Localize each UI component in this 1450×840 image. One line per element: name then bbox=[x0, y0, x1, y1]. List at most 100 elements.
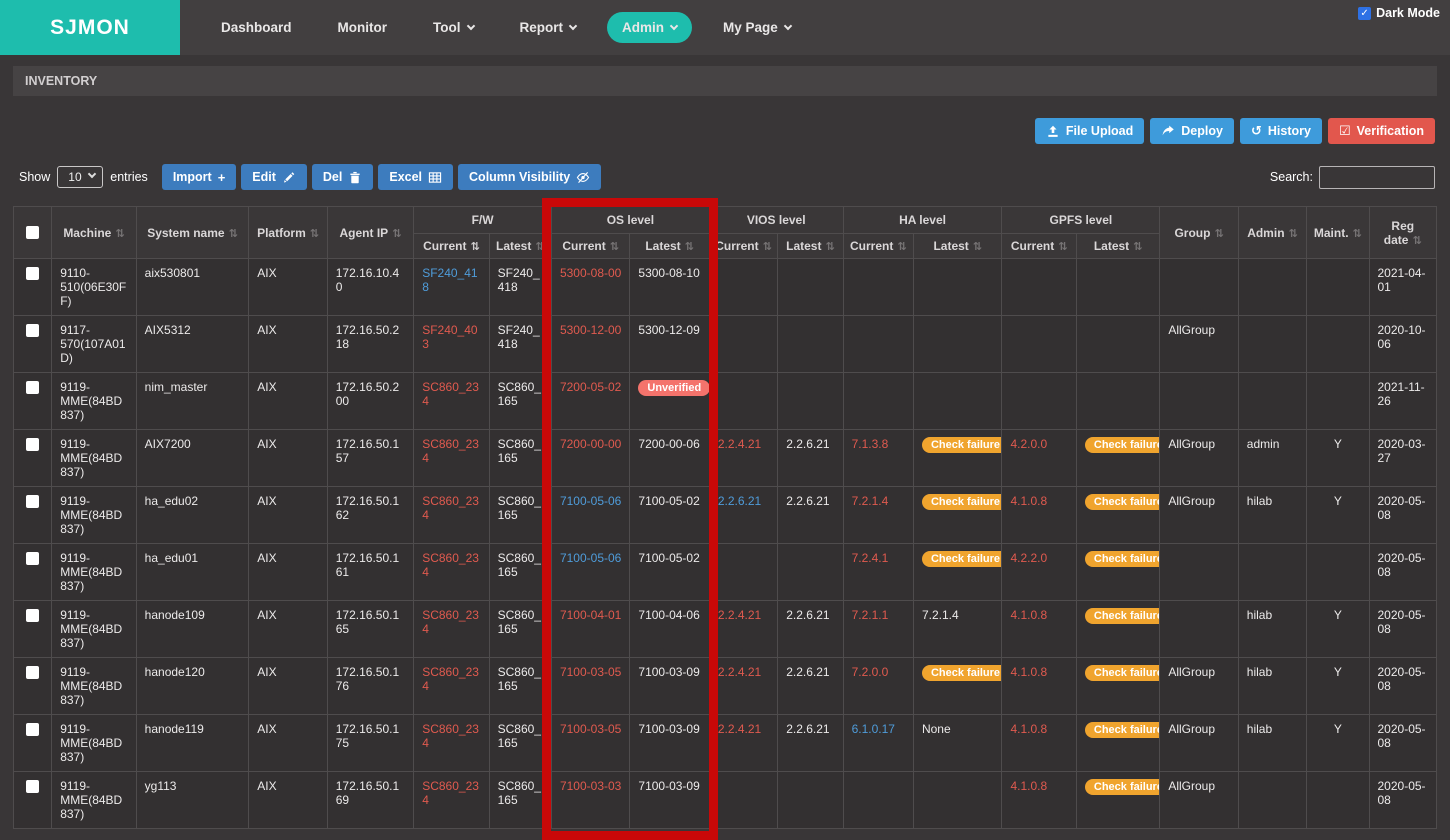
version-link[interactable]: 4.1.0.8 bbox=[1010, 665, 1047, 679]
button-label: Import bbox=[173, 170, 212, 184]
row-checkbox[interactable] bbox=[26, 438, 39, 451]
row-checkbox[interactable] bbox=[26, 666, 39, 679]
row-checkbox[interactable] bbox=[26, 723, 39, 736]
column-group-f-w: F/W bbox=[414, 207, 552, 234]
os-current-cell: 7100-05-06 bbox=[551, 487, 629, 544]
version-link[interactable]: 4.2.0.0 bbox=[1010, 437, 1047, 451]
nav-item-admin[interactable]: Admin bbox=[607, 12, 692, 43]
version-link[interactable]: 7.1.3.8 bbox=[852, 437, 889, 451]
nav-item-dashboard[interactable]: Dashboard bbox=[206, 12, 307, 43]
version-link[interactable]: SC860_234 bbox=[422, 494, 479, 522]
version-link[interactable]: 7200-00-00 bbox=[560, 437, 621, 451]
version-link[interactable]: 5300-08-00 bbox=[560, 266, 621, 280]
version-link[interactable]: 7100-03-05 bbox=[560, 722, 621, 736]
nav-item-report[interactable]: Report bbox=[505, 12, 592, 43]
file-upload-button[interactable]: File Upload bbox=[1035, 118, 1144, 144]
version-link[interactable]: SC860_234 bbox=[422, 779, 479, 807]
version-link[interactable]: 7100-05-06 bbox=[560, 551, 621, 565]
version-link[interactable]: 7.2.1.1 bbox=[852, 608, 889, 622]
edit-button[interactable]: Edit bbox=[241, 164, 307, 190]
version-link[interactable]: 2.2.4.21 bbox=[718, 437, 761, 451]
version-link[interactable]: 7.2.1.4 bbox=[852, 494, 889, 508]
column-header-vios-level-latest[interactable]: Latest⇅ bbox=[778, 234, 843, 259]
column-header-agent-ip[interactable]: Agent IP⇅ bbox=[327, 207, 413, 259]
column-header-gpfs-level-latest[interactable]: Latest⇅ bbox=[1076, 234, 1159, 259]
select-all-checkbox[interactable] bbox=[26, 226, 39, 239]
version-link[interactable]: 4.1.0.8 bbox=[1010, 608, 1047, 622]
column-header-os-level-latest[interactable]: Latest⇅ bbox=[630, 234, 709, 259]
maint-cell bbox=[1307, 316, 1369, 373]
version-link[interactable]: SC860_234 bbox=[422, 608, 479, 636]
column-header-f-w-current[interactable]: Current⇅ bbox=[414, 234, 489, 259]
version-link[interactable]: 7.2.0.0 bbox=[852, 665, 889, 679]
column-header-admin[interactable]: Admin⇅ bbox=[1238, 207, 1306, 259]
version-link[interactable]: 6.1.0.17 bbox=[852, 722, 895, 736]
row-checkbox[interactable] bbox=[26, 552, 39, 565]
version-link[interactable]: SF240_403 bbox=[422, 323, 477, 351]
row-checkbox[interactable] bbox=[26, 609, 39, 622]
column-header-system-name[interactable]: System name⇅ bbox=[136, 207, 249, 259]
column-header-platform[interactable]: Platform⇅ bbox=[249, 207, 327, 259]
version-link[interactable]: 4.2.2.0 bbox=[1010, 551, 1047, 565]
app-logo[interactable]: SJMON bbox=[0, 0, 180, 55]
column-header-maint[interactable]: Maint.⇅ bbox=[1307, 207, 1369, 259]
edit-icon bbox=[282, 171, 296, 184]
excel-button[interactable]: Excel bbox=[378, 164, 453, 190]
column-header-machine[interactable]: Machine⇅ bbox=[52, 207, 136, 259]
version-link[interactable]: SF240_418 bbox=[422, 266, 477, 294]
version-link[interactable]: SC860_234 bbox=[422, 665, 479, 693]
search-input[interactable] bbox=[1319, 166, 1435, 189]
platform-cell: AIX bbox=[249, 373, 327, 430]
del-button[interactable]: Del bbox=[312, 164, 373, 190]
dark-mode-checkbox[interactable]: ✓ bbox=[1358, 7, 1371, 20]
version-link[interactable]: 7100-03-05 bbox=[560, 665, 621, 679]
history-button[interactable]: ↺History bbox=[1240, 118, 1322, 144]
version-link[interactable]: 7100-03-03 bbox=[560, 779, 621, 793]
column-label: Maint. bbox=[1314, 226, 1349, 240]
version-link[interactable]: SC860_234 bbox=[422, 722, 479, 750]
verification-button[interactable]: ☑Verification bbox=[1328, 118, 1435, 144]
column-visibility-button[interactable]: Column Visibility bbox=[458, 164, 601, 190]
import-button[interactable]: Import+ bbox=[162, 164, 236, 190]
version-link[interactable]: 7.2.4.1 bbox=[852, 551, 889, 565]
row-checkbox[interactable] bbox=[26, 780, 39, 793]
version-link[interactable]: SC860_234 bbox=[422, 551, 479, 579]
version-link[interactable]: SC860_234 bbox=[422, 437, 479, 465]
version-link[interactable]: 7100-04-01 bbox=[560, 608, 621, 622]
version-link[interactable]: 5300-12-00 bbox=[560, 323, 621, 337]
version-link[interactable]: 2.2.4.21 bbox=[718, 722, 761, 736]
version-link[interactable]: 7100-05-06 bbox=[560, 494, 621, 508]
status-badge: Unverified bbox=[638, 380, 709, 396]
row-checkbox[interactable] bbox=[26, 267, 39, 280]
top-navbar: SJMON Dashboard Monitor Tool Report Admin My … bbox=[0, 0, 1450, 55]
nav-item-my-page[interactable]: My Page bbox=[708, 12, 806, 43]
row-checkbox[interactable] bbox=[26, 495, 39, 508]
version-link[interactable]: 2.2.6.21 bbox=[718, 494, 761, 508]
row-checkbox[interactable] bbox=[26, 324, 39, 337]
version-link[interactable]: 2.2.4.21 bbox=[718, 608, 761, 622]
column-header-f-w-latest[interactable]: Latest⇅ bbox=[489, 234, 551, 259]
column-header-os-level-current[interactable]: Current⇅ bbox=[551, 234, 629, 259]
column-header-reg-date[interactable]: Reg date⇅ bbox=[1369, 207, 1437, 259]
status-badge: Check failure bbox=[1085, 437, 1160, 453]
nav-item-tool[interactable]: Tool bbox=[418, 12, 489, 43]
version-link[interactable]: 7200-05-02 bbox=[560, 380, 621, 394]
os-latest-cell: 7100-03-09 bbox=[630, 772, 709, 829]
ha-current-cell bbox=[843, 316, 913, 373]
column-header-ha-level-current[interactable]: Current⇅ bbox=[843, 234, 913, 259]
column-header-vios-level-current[interactable]: Current⇅ bbox=[709, 234, 777, 259]
column-header-ha-level-latest[interactable]: Latest⇅ bbox=[913, 234, 1002, 259]
admin-cell bbox=[1238, 772, 1306, 829]
entries-select[interactable]: 10 bbox=[57, 166, 103, 188]
row-checkbox[interactable] bbox=[26, 381, 39, 394]
deploy-button[interactable]: Deploy bbox=[1150, 118, 1234, 144]
column-header-group[interactable]: Group⇅ bbox=[1160, 207, 1238, 259]
os-current-cell: 7200-05-02 bbox=[551, 373, 629, 430]
column-header-gpfs-level-current[interactable]: Current⇅ bbox=[1002, 234, 1076, 259]
version-link[interactable]: 2.2.4.21 bbox=[718, 665, 761, 679]
version-link[interactable]: SC860_234 bbox=[422, 380, 479, 408]
nav-item-monitor[interactable]: Monitor bbox=[323, 12, 403, 43]
version-link[interactable]: 4.1.0.8 bbox=[1010, 779, 1047, 793]
version-link[interactable]: 4.1.0.8 bbox=[1010, 494, 1047, 508]
version-link[interactable]: 4.1.0.8 bbox=[1010, 722, 1047, 736]
